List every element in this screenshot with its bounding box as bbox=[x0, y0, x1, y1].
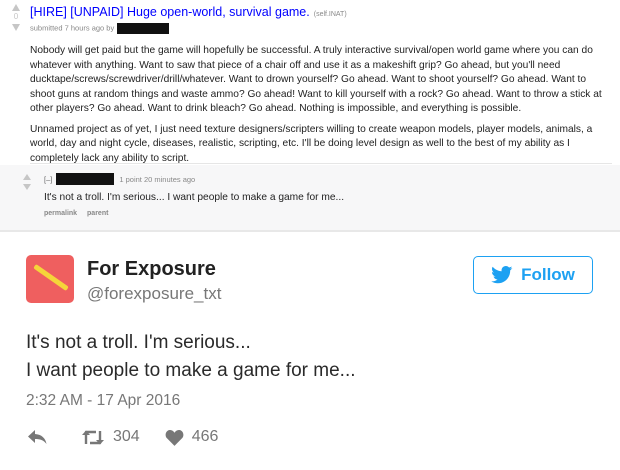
reply-icon bbox=[28, 430, 47, 444]
comment-body: It's not a troll. I'm serious... I want … bbox=[44, 192, 345, 203]
follow-button[interactable]: Follow bbox=[473, 256, 593, 294]
reply-button[interactable] bbox=[26, 429, 56, 445]
post-title-row: [HIRE] [UNPAID] Huge open-world, surviva… bbox=[30, 5, 347, 19]
permalink-link[interactable]: permalink bbox=[44, 210, 77, 217]
twitter-bird-icon bbox=[491, 266, 513, 284]
retweet-button[interactable]: 304 bbox=[81, 428, 140, 446]
retweet-count: 304 bbox=[113, 428, 140, 445]
like-button[interactable]: 466 bbox=[165, 428, 219, 446]
comment-tagline: [–] 1 point 20 minutes ago bbox=[44, 173, 195, 185]
upvote-icon[interactable] bbox=[12, 4, 20, 11]
tweet-timestamp[interactable]: 2:32 AM - 17 Apr 2016 bbox=[26, 392, 180, 410]
downvote-icon[interactable] bbox=[23, 184, 31, 190]
retweet-icon bbox=[82, 430, 104, 444]
submitted-text: submitted 7 hours ago by bbox=[30, 23, 115, 33]
redacted-username bbox=[117, 23, 170, 34]
post-domain[interactable]: (self.INAT) bbox=[314, 11, 347, 18]
reddit-screenshot: 0 [HIRE] [UNPAID] Huge open-world, survi… bbox=[0, 0, 620, 230]
selftext-paragraph: Unnamed project as of yet, I just need t… bbox=[30, 123, 593, 164]
pencil-icon bbox=[33, 263, 69, 292]
downvote-icon[interactable] bbox=[12, 24, 20, 31]
tweet-text-line: It's not a troll. I'm serious... bbox=[26, 332, 251, 353]
post-selftext: Nobody will get paid but the game will h… bbox=[30, 44, 612, 172]
comment: [–] 1 point 20 minutes ago It's not a tr… bbox=[0, 165, 620, 230]
tweet-text: It's not a troll. I'm serious... I want … bbox=[26, 329, 356, 385]
upvote-icon[interactable] bbox=[23, 174, 31, 180]
post-tagline: submitted 7 hours ago by bbox=[30, 23, 170, 34]
section-separator bbox=[0, 230, 620, 232]
comment-links: permalink parent bbox=[44, 210, 116, 217]
heart-icon bbox=[165, 429, 184, 446]
display-name[interactable]: For Exposure bbox=[87, 258, 216, 281]
tweet-text-line: I want people to make a game for me... bbox=[26, 360, 356, 381]
divider bbox=[30, 163, 612, 164]
follow-label: Follow bbox=[521, 265, 575, 284]
tweet-actions: 304 466 bbox=[26, 428, 243, 446]
like-count: 466 bbox=[191, 428, 219, 445]
post-title-link[interactable]: [HIRE] [UNPAID] Huge open-world, surviva… bbox=[30, 5, 310, 19]
avatar[interactable] bbox=[26, 255, 74, 303]
redacted-username bbox=[56, 173, 115, 185]
comment-meta: 1 point 20 minutes ago bbox=[119, 174, 196, 184]
collapse-toggle[interactable]: [–] bbox=[44, 175, 52, 184]
user-handle[interactable]: @forexposure_txt bbox=[87, 284, 221, 304]
vote-count: 0 bbox=[13, 12, 19, 21]
comment-vote bbox=[23, 174, 31, 190]
selftext-paragraph: Nobody will get paid but the game will h… bbox=[30, 45, 602, 114]
post-vote: 0 bbox=[10, 4, 22, 31]
parent-link[interactable]: parent bbox=[87, 210, 108, 217]
